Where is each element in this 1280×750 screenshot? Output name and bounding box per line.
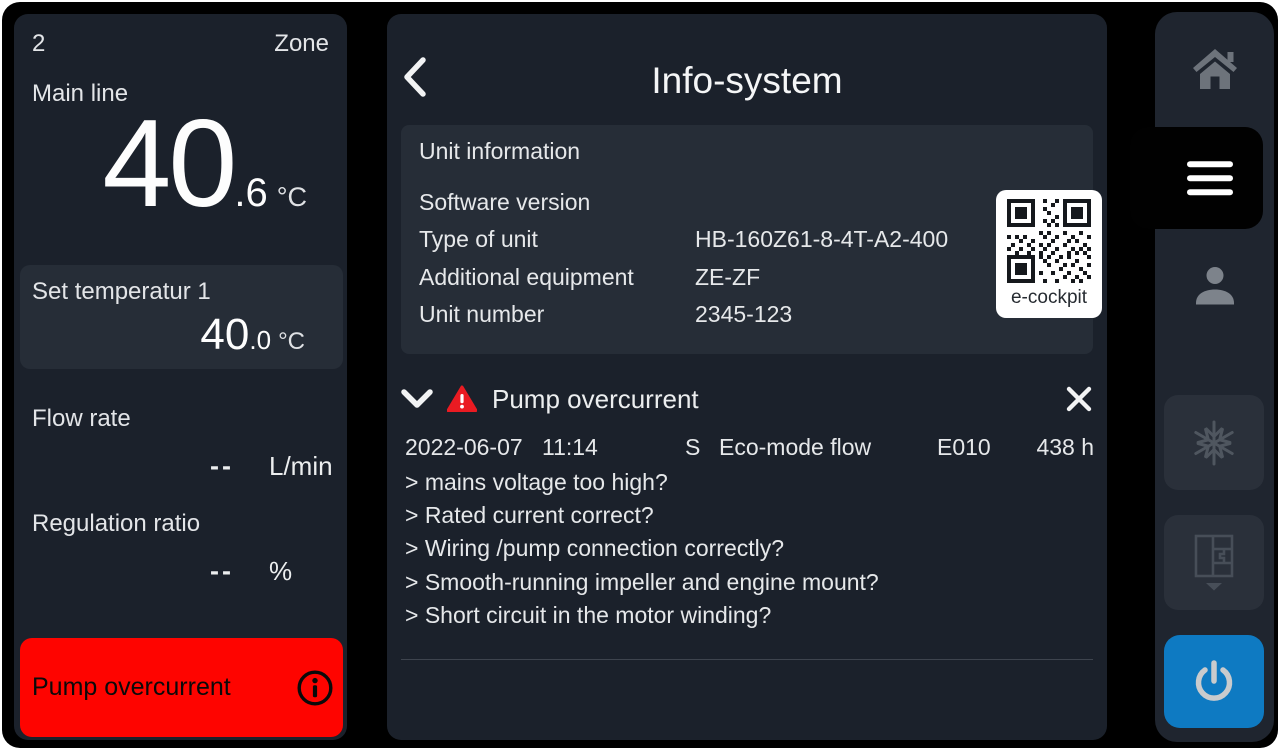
checklist-item: > Wiring /pump connection correctly? bbox=[405, 535, 879, 568]
alarm-banner-label: Pump overcurrent bbox=[32, 673, 231, 702]
flow-rate-value-row: -- L/min bbox=[14, 451, 339, 482]
qr-code-badge: e-cockpit bbox=[996, 190, 1102, 318]
regulation-ratio-label: Regulation ratio bbox=[32, 510, 200, 538]
main-temp-unit: °C bbox=[277, 182, 307, 212]
set-temperature-card[interactable]: Set temperatur 1 40.0°C bbox=[20, 265, 343, 369]
info-row-additional-equipment: Additional equipmentZE-ZF bbox=[401, 264, 1093, 301]
alarm-date: 2022-06-07 bbox=[405, 434, 523, 461]
regulation-ratio-value: -- bbox=[210, 556, 234, 586]
alarm-mode: Eco-mode flow bbox=[719, 434, 871, 461]
alarm-checklist: > mains voltage too high? > Rated curren… bbox=[405, 469, 879, 635]
regulation-ratio-value-row: --% bbox=[14, 556, 339, 587]
unit-information-rows: Software version Type of unitHB-160Z61-8… bbox=[401, 189, 1093, 339]
sidebar-item-user[interactable] bbox=[1155, 232, 1274, 340]
zone-label: Zone bbox=[274, 30, 329, 58]
user-icon bbox=[1193, 264, 1237, 308]
sidebar-item-menu-active[interactable] bbox=[1130, 127, 1263, 229]
device-screen: 2 Zone Main line 40.6°C Set temperatur 1… bbox=[2, 2, 1278, 748]
main-temp-integer: 40 bbox=[102, 95, 234, 233]
alarm-class: S bbox=[685, 434, 700, 461]
power-icon bbox=[1191, 658, 1237, 706]
snowflake-icon bbox=[1191, 420, 1237, 466]
zone-header: 2 Zone bbox=[32, 30, 329, 58]
power-button[interactable] bbox=[1164, 635, 1264, 728]
chevron-down-small-icon bbox=[1206, 583, 1222, 591]
hamburger-menu-icon bbox=[1187, 161, 1233, 195]
collapse-button[interactable] bbox=[400, 387, 434, 411]
alarm-header: Pump overcurrent bbox=[400, 380, 1093, 418]
main-temp-fraction: .6 bbox=[234, 171, 267, 215]
alarm-title: Pump overcurrent bbox=[492, 384, 699, 415]
qr-caption: e-cockpit bbox=[996, 288, 1102, 307]
flow-rate-value: -- bbox=[210, 451, 234, 481]
alarm-banner-button[interactable]: Pump overcurrent bbox=[20, 638, 343, 737]
unit-information-card: Unit information Software version Type o… bbox=[401, 125, 1093, 354]
checklist-item: > Rated current correct? bbox=[405, 502, 879, 535]
alarm-meta-row: 2022-06-07 11:14 S Eco-mode flow E010 43… bbox=[387, 434, 1107, 462]
flow-rate-unit: L/min bbox=[269, 451, 339, 482]
unit-information-title: Unit information bbox=[419, 138, 580, 165]
info-row-software-version: Software version bbox=[401, 189, 1093, 226]
info-system-panel: Info-system Unit information Software ve… bbox=[387, 14, 1107, 740]
checklist-item: > Smooth-running impeller and engine mou… bbox=[405, 569, 879, 602]
page-title: Info-system bbox=[387, 60, 1107, 102]
zone-number: 2 bbox=[32, 30, 45, 58]
main-line-temperature: 40.6°C bbox=[102, 102, 307, 226]
set-temperature-label: Set temperatur 1 bbox=[32, 278, 211, 306]
sidebar-item-cooling[interactable] bbox=[1164, 395, 1264, 490]
regulation-ratio-unit: % bbox=[269, 556, 339, 587]
home-icon bbox=[1190, 47, 1240, 91]
set-temperature-value: 40.0°C bbox=[200, 313, 305, 357]
info-row-type-of-unit: Type of unitHB-160Z61-8-4T-A2-400 bbox=[401, 226, 1093, 263]
sidebar-item-mold[interactable] bbox=[1164, 515, 1264, 610]
alarm-operating-hours: 438 h bbox=[1036, 434, 1094, 461]
chevron-down-icon bbox=[404, 392, 430, 405]
sidebar-item-home[interactable] bbox=[1155, 14, 1274, 124]
flow-rate-label: Flow rate bbox=[32, 405, 131, 433]
mold-icon bbox=[1191, 533, 1237, 593]
qr-code-icon bbox=[1007, 199, 1091, 283]
close-icon bbox=[1069, 389, 1089, 409]
close-button[interactable] bbox=[1065, 385, 1093, 413]
alarm-error-code: E010 bbox=[937, 434, 991, 461]
divider bbox=[401, 659, 1093, 660]
warning-triangle-icon bbox=[447, 385, 477, 413]
zone-panel: 2 Zone Main line 40.6°C Set temperatur 1… bbox=[14, 14, 347, 740]
alarm-time: 11:14 bbox=[542, 434, 598, 461]
checklist-item: > mains voltage too high? bbox=[405, 469, 879, 502]
info-icon[interactable] bbox=[295, 668, 335, 708]
checklist-item: > Short circuit in the motor winding? bbox=[405, 602, 879, 635]
info-row-unit-number: Unit number2345-123 bbox=[401, 301, 1093, 338]
